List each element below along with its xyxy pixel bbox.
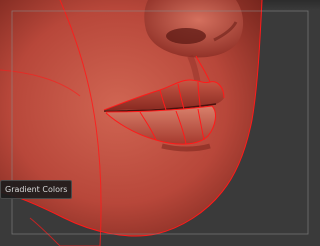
nostril-shadow <box>166 28 206 44</box>
viewport-canvas[interactable] <box>0 0 320 246</box>
gradient-colors-tooltip: Gradient Colors <box>0 180 73 199</box>
sculpt-viewport[interactable]: Gradient Colors <box>0 0 320 246</box>
